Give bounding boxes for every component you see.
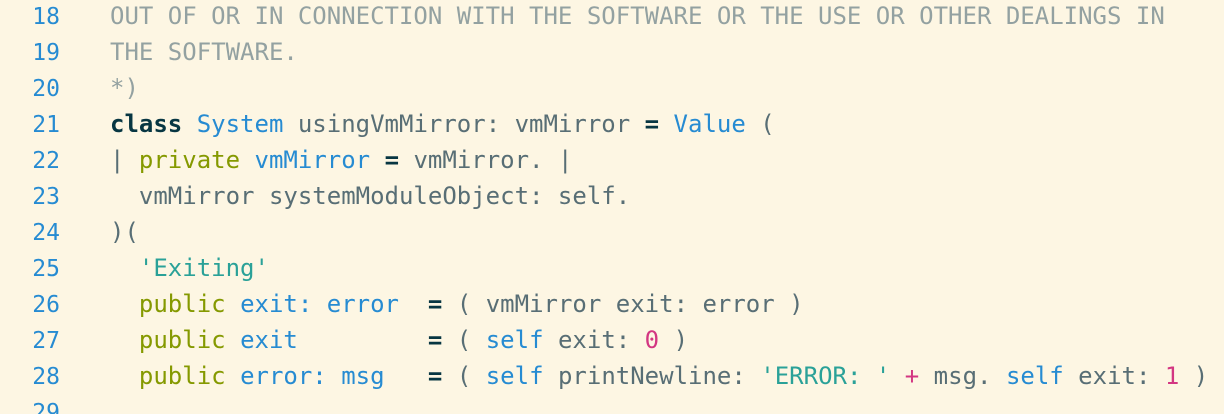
- code-token-plain: |: [110, 146, 139, 174]
- code-token-modifier: public: [138, 290, 226, 318]
- code-token-pseudo: self: [485, 362, 544, 390]
- code-token-modifier: private: [138, 146, 241, 174]
- code-token-comment: OUT OF OR IN CONNECTION WITH THE SOFTWAR…: [110, 2, 1165, 30]
- code-line[interactable]: 23 vmMirror systemModuleObject: self.: [0, 178, 630, 214]
- code-line[interactable]: 27 public exit = ( self exit: 0 ): [0, 322, 688, 358]
- code-token-selector: exit: error: [240, 290, 400, 318]
- code-token-keyword: =: [384, 146, 400, 174]
- code-token-number: 1: [1164, 362, 1180, 390]
- code-line[interactable]: 22 | private vmMirror = vmMirror. |: [0, 142, 572, 178]
- code-line[interactable]: 20 *): [0, 70, 139, 106]
- code-token-keyword: class: [110, 110, 183, 138]
- code-token-string: 'ERROR: ': [760, 362, 891, 390]
- line-number: 23: [32, 184, 60, 210]
- code-editor[interactable]: 18 OUT OF OR IN CONNECTION WITH THE SOFTW…: [0, 0, 1224, 414]
- code-token-keyword: =: [427, 290, 443, 318]
- code-token-plain: printNewline:: [543, 362, 761, 390]
- line-content[interactable]: OUT OF OR IN CONNECTION WITH THE SOFTWAR…: [110, 2, 1165, 30]
- line-content[interactable]: public exit: error = ( vmMirror exit: er…: [110, 290, 804, 318]
- code-token-keyword: =: [427, 362, 443, 390]
- code-token-selector: exit: [240, 326, 298, 354]
- line-content[interactable]: vmMirror systemModuleObject: self.: [110, 182, 630, 210]
- line-number: 29: [32, 400, 60, 414]
- code-token-selector: error: msg: [240, 362, 385, 390]
- code-line[interactable]: 29: [0, 394, 110, 414]
- code-token-plain: ): [659, 326, 689, 354]
- code-token-keyword: =: [644, 110, 660, 138]
- line-content[interactable]: 'Exiting': [110, 254, 269, 282]
- code-token-plain: ): [1179, 362, 1209, 390]
- line-number: 18: [32, 4, 60, 30]
- code-token-plain: )(: [110, 218, 139, 246]
- code-token-number: 0: [644, 326, 660, 354]
- line-number: 24: [32, 220, 60, 246]
- code-line[interactable]: 25 'Exiting': [0, 250, 269, 286]
- code-token-pseudo: self: [1005, 362, 1064, 390]
- line-content[interactable]: class System usingVmMirror: vmMirror = V…: [110, 110, 775, 138]
- code-token-plain: (: [745, 110, 775, 138]
- code-token-plain: usingVmMirror: vmMirror: [283, 110, 645, 138]
- line-number: 26: [32, 292, 60, 318]
- line-content[interactable]: *): [110, 74, 139, 102]
- code-line[interactable]: 26 public exit: error = ( vmMirror exit:…: [0, 286, 804, 322]
- code-token-pseudo: self: [485, 326, 544, 354]
- code-token-plain: (: [442, 326, 486, 354]
- code-token-plain: (: [442, 362, 486, 390]
- code-token-number: +: [904, 362, 920, 390]
- code-token-keyword: =: [427, 326, 443, 354]
- line-content[interactable]: public error: msg = ( self printNewline:…: [110, 362, 1208, 390]
- line-number: 27: [32, 328, 60, 354]
- code-line[interactable]: 28 public error: msg = ( self printNewli…: [0, 358, 1208, 394]
- code-token-plain: vmMirror systemModuleObject: self.: [110, 182, 631, 210]
- line-content[interactable]: )(: [110, 218, 139, 246]
- line-number: 21: [32, 112, 60, 138]
- code-token-plain: vmMirror. |: [399, 146, 573, 174]
- code-line[interactable]: 18 OUT OF OR IN CONNECTION WITH THE SOFTW…: [0, 0, 1165, 34]
- code-token-plain: exit:: [543, 326, 645, 354]
- code-token-modifier: public: [138, 326, 226, 354]
- code-token-plain: ( vmMirror exit: error ): [442, 290, 804, 318]
- line-number: 22: [32, 148, 60, 174]
- code-token-comment: THE SOFTWARE.: [110, 38, 298, 66]
- line-number: 19: [32, 40, 60, 66]
- code-line[interactable]: 21 class System usingVmMirror: vmMirror =…: [0, 106, 775, 142]
- line-content[interactable]: public exit = ( self exit: 0 ): [110, 326, 688, 354]
- code-token-selector: vmMirror: [254, 146, 371, 174]
- line-number: 20: [32, 76, 60, 102]
- line-number: 28: [32, 364, 60, 390]
- line-number: 25: [32, 256, 60, 282]
- code-token-class: System: [196, 110, 284, 138]
- line-content[interactable]: THE SOFTWARE.: [110, 38, 298, 66]
- code-token-comment: *): [110, 74, 139, 102]
- code-token-string: 'Exiting': [138, 254, 269, 282]
- code-token-modifier: public: [138, 362, 226, 390]
- code-token-plain: msg.: [919, 362, 1006, 390]
- code-token-class: Value: [673, 110, 746, 138]
- code-line[interactable]: 24 )(: [0, 214, 139, 250]
- code-token-plain: exit:: [1063, 362, 1165, 390]
- code-line[interactable]: 19 THE SOFTWARE.: [0, 34, 298, 70]
- line-content[interactable]: | private vmMirror = vmMirror. |: [110, 146, 572, 174]
